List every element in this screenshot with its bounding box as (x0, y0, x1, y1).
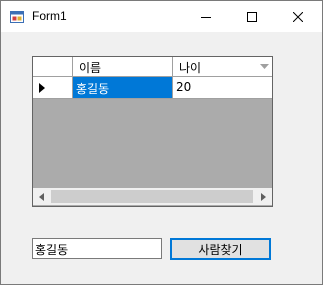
maximize-icon (247, 11, 257, 22)
column-header-age[interactable]: 나이 (173, 57, 272, 77)
row-header[interactable] (33, 77, 73, 99)
find-person-button-label: 사람찾기 (198, 242, 243, 257)
row-pointer-icon (39, 83, 45, 93)
name-search-input[interactable]: 홍길동 (32, 238, 162, 259)
title-bar[interactable]: Form1 (1, 1, 322, 32)
minimize-button[interactable] (183, 1, 229, 32)
column-header-label: 이름 (79, 61, 102, 75)
scroll-right-icon (261, 192, 266, 201)
scroll-right-button[interactable] (255, 188, 272, 205)
column-header-label: 나이 (179, 61, 202, 75)
form1-window: Form1 이름 나이 홍길동 20 홍길동 사람찾기 (0, 0, 323, 285)
minimize-icon (201, 16, 211, 18)
scroll-left-icon (39, 192, 44, 201)
cell-name[interactable]: 홍길동 (73, 77, 173, 99)
sort-dropdown-icon (260, 64, 269, 69)
grid-corner-header[interactable] (33, 57, 73, 77)
horizontal-scrollbar[interactable] (33, 188, 272, 205)
scrollbar-thumb[interactable] (51, 190, 253, 203)
column-header-name[interactable]: 이름 (73, 57, 173, 77)
form-app-icon (10, 10, 24, 24)
maximize-button[interactable] (229, 1, 275, 32)
window-title: Form1 (32, 9, 67, 23)
people-datagridview[interactable]: 이름 나이 홍길동 20 (32, 56, 273, 207)
scroll-left-button[interactable] (33, 188, 50, 205)
close-button[interactable] (275, 1, 321, 32)
close-icon (293, 11, 303, 22)
cell-age[interactable]: 20 (173, 77, 272, 99)
find-person-button[interactable]: 사람찾기 (170, 238, 271, 260)
